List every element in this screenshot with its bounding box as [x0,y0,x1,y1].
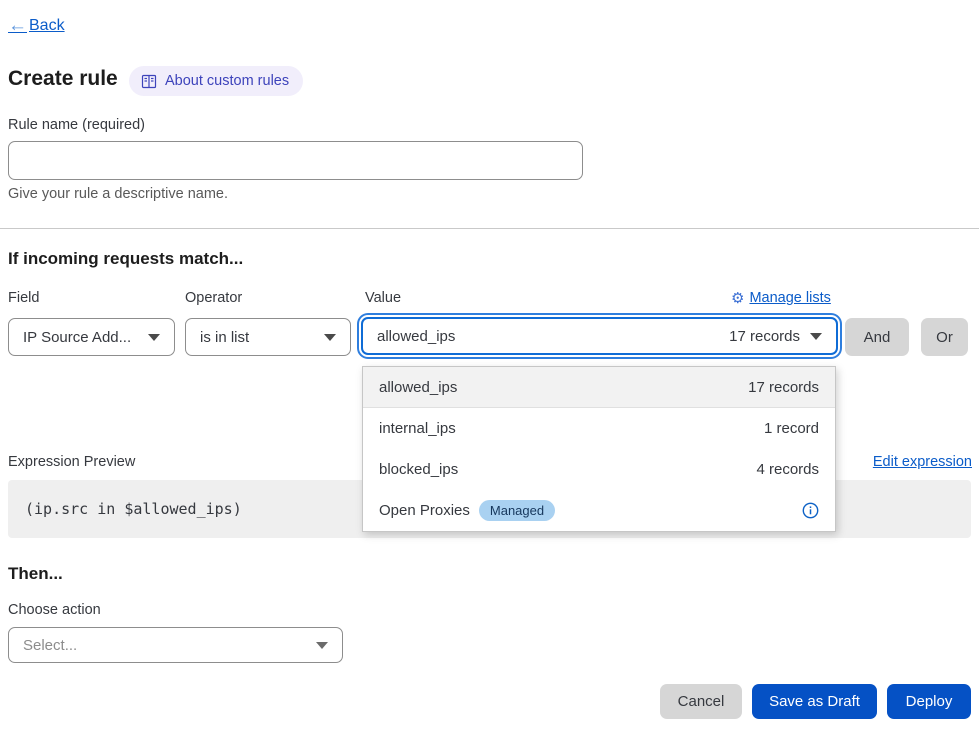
choose-action-label: Choose action [8,602,101,618]
list-item-open-proxies[interactable]: Open Proxies Managed [363,490,835,531]
value-select-meta: 17 records [729,328,800,345]
about-custom-rules-badge[interactable]: About custom rules [129,66,303,96]
and-button[interactable]: And [845,318,909,356]
back-arrow-icon: ← [8,16,27,35]
list-item-internal-ips[interactable]: internal_ips 1 record [363,408,835,449]
chevron-down-icon [810,333,822,340]
chevron-down-icon [316,642,328,649]
edit-expression-link[interactable]: Edit expression [873,454,972,470]
or-button[interactable]: Or [921,318,968,356]
expression-preview-label: Expression Preview [8,454,135,470]
cancel-button[interactable]: Cancel [660,684,742,719]
rule-name-input[interactable] [8,141,583,180]
operator-select-value: is in list [200,329,314,346]
list-item-name: Open Proxies [379,502,470,519]
book-icon [141,74,157,89]
info-icon[interactable] [802,502,819,519]
value-select-value: allowed_ips [377,328,455,345]
back-label: Back [29,17,65,35]
back-link[interactable]: ←Back [8,16,65,35]
page-title: Create rule [8,67,118,91]
create-rule-page: ←Back Create rule About custom rules Rul… [0,0,979,739]
then-section-heading: Then... [8,564,63,584]
list-item-records: 1 record [764,420,819,437]
rule-name-label: Rule name (required) [8,117,145,133]
list-item-allowed-ips[interactable]: allowed_ips 17 records [363,367,835,408]
action-select[interactable]: Select... [8,627,343,663]
list-item-records: 4 records [756,461,819,478]
action-select-placeholder: Select... [23,637,306,654]
deploy-button[interactable]: Deploy [887,684,971,719]
save-as-draft-button[interactable]: Save as Draft [752,684,877,719]
operator-select[interactable]: is in list [185,318,351,356]
about-badge-label: About custom rules [165,73,289,89]
list-item-name: internal_ips [379,420,456,437]
gear-icon: ⚙ [731,291,744,306]
value-select[interactable]: allowed_ips 17 records [361,317,838,355]
field-select-value: IP Source Add... [23,329,138,346]
section-divider [0,228,979,229]
list-item-records: 17 records [748,379,819,396]
chevron-down-icon [324,334,336,341]
manage-lists-link[interactable]: Manage lists [749,290,830,306]
operator-label: Operator [185,290,242,306]
managed-badge: Managed [479,500,555,521]
chevron-down-icon [148,334,160,341]
value-label: Value [365,290,401,306]
value-dropdown-panel: allowed_ips 17 records internal_ips 1 re… [362,366,836,532]
list-item-name: allowed_ips [379,379,457,396]
expression-code: (ip.src in $allowed_ips) [25,500,242,518]
match-section-heading: If incoming requests match... [8,249,243,269]
list-item-name: blocked_ips [379,461,458,478]
manage-lists: ⚙ Manage lists [731,290,831,306]
rule-name-helper: Give your rule a descriptive name. [8,186,228,202]
list-item-blocked-ips[interactable]: blocked_ips 4 records [363,449,835,490]
field-label: Field [8,290,39,306]
field-select[interactable]: IP Source Add... [8,318,175,356]
